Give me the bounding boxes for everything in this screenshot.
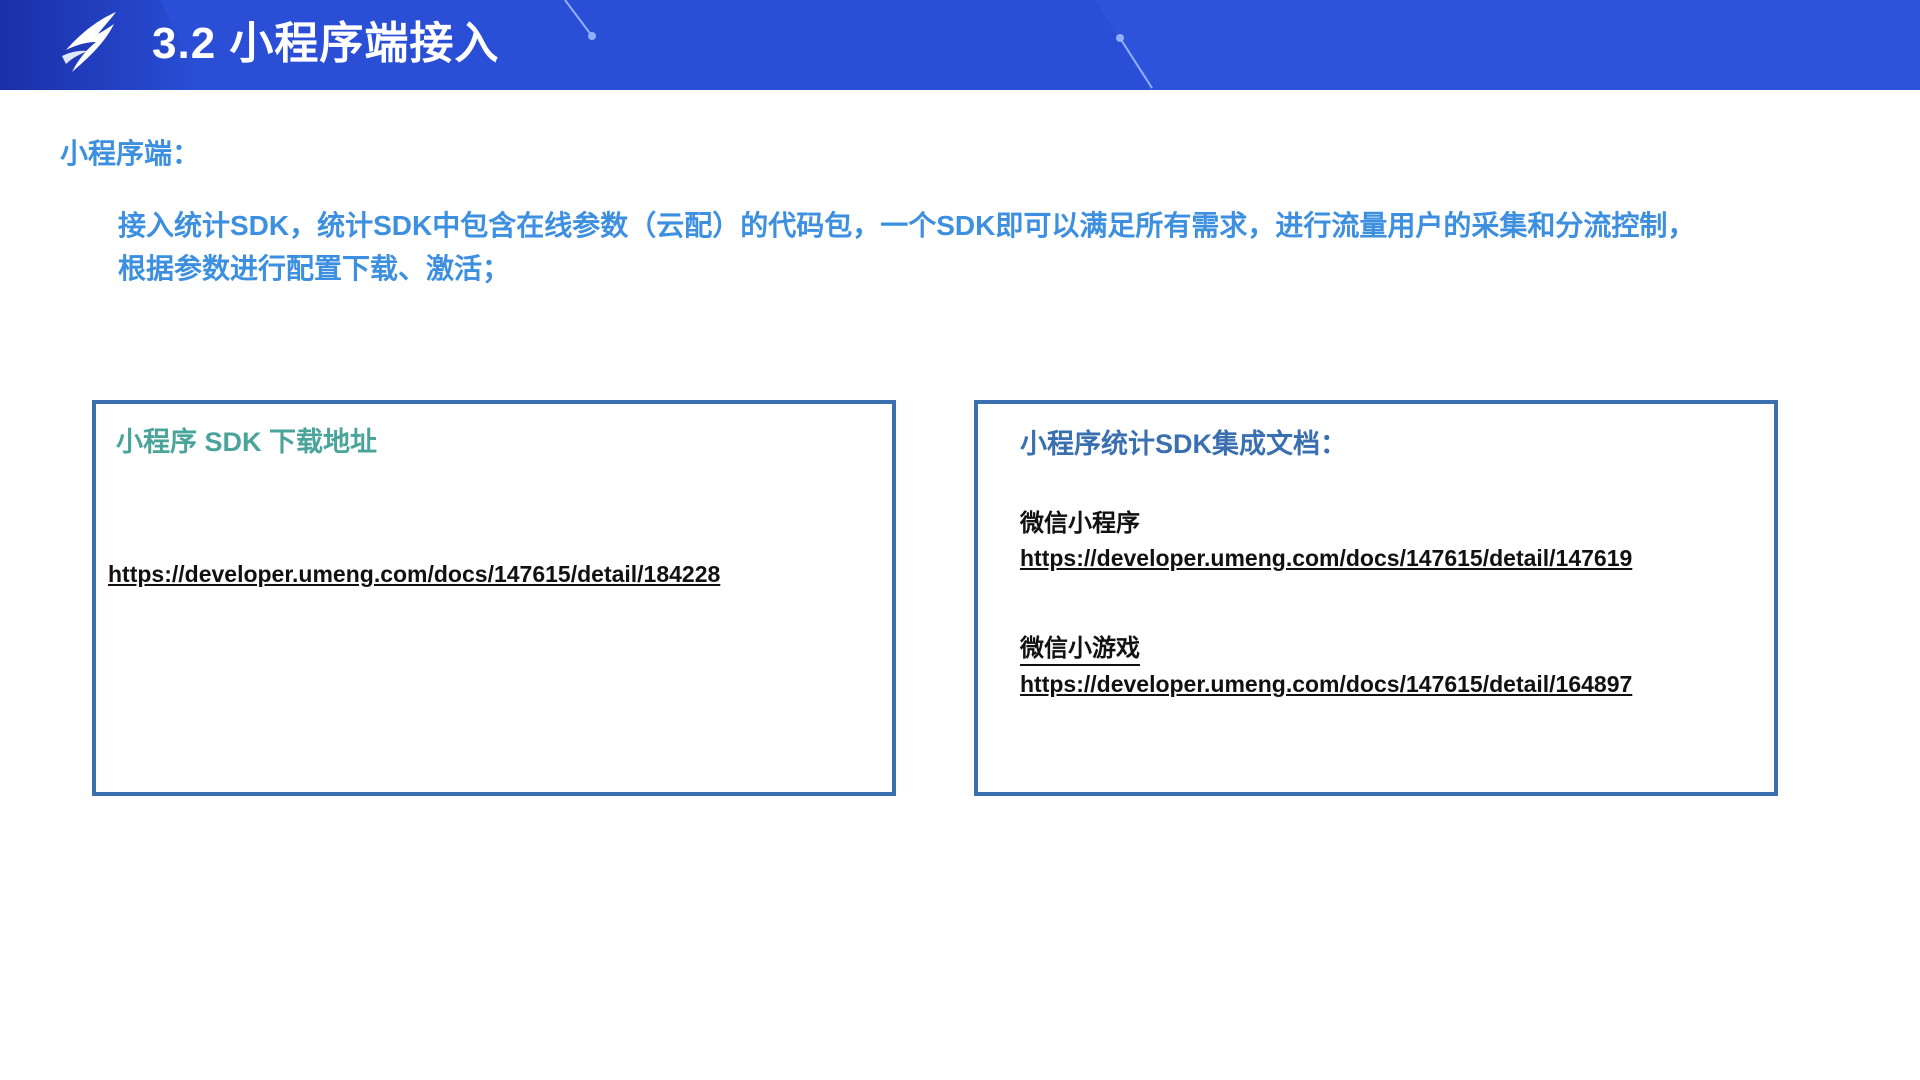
sdk-download-link[interactable]: https://developer.umeng.com/docs/147615/… (108, 558, 720, 590)
sdk-docs-box: 小程序统计SDK集成文档： 微信小程序 https://developer.um… (974, 400, 1778, 796)
sdk-docs-title: 小程序统计SDK集成文档： (1020, 429, 1348, 459)
sdk-download-title: 小程序 SDK 下载地址 (116, 427, 378, 457)
wechat-miniprogram-label: 微信小程序 (1020, 510, 1140, 537)
page-title: 3.2 小程序端接入 (152, 19, 500, 68)
header-bar: 3.2 小程序端接入 (0, 0, 1920, 90)
wechat-minigame-doc-link[interactable]: https://developer.umeng.com/docs/147615/… (1020, 668, 1632, 700)
sdk-download-box: 小程序 SDK 下载地址 https://developer.umeng.com… (92, 400, 896, 796)
wechat-miniprogram-doc-link[interactable]: https://developer.umeng.com/docs/147615/… (1020, 542, 1632, 574)
slide: 3.2 小程序端接入 小程序端： 接入统计SDK，统计SDK中包含在线参数（云配… (0, 0, 1920, 1080)
swift-bird-logo-icon (62, 12, 116, 72)
section-heading: 小程序端： (60, 138, 201, 169)
section-description: 接入统计SDK，统计SDK中包含在线参数（云配）的代码包，一个SDK即可以满足所… (118, 210, 1696, 284)
wechat-minigame-label: 微信小游戏 (1020, 634, 1140, 666)
